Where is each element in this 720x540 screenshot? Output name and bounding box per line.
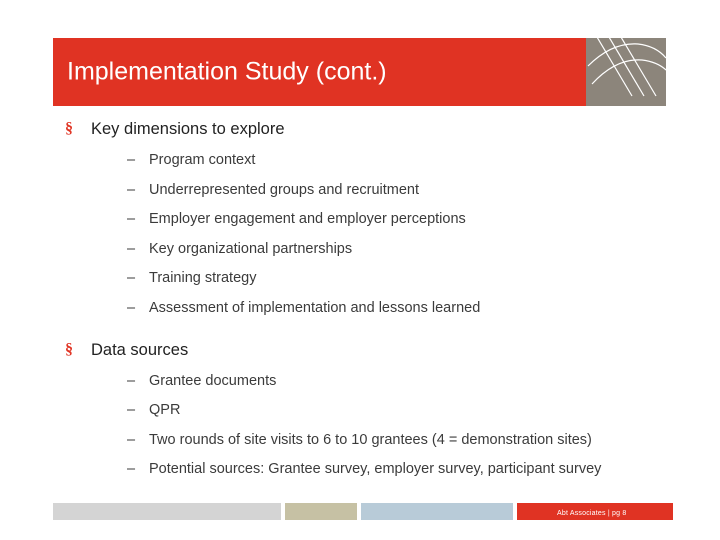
list-item: – Key organizational partnerships — [53, 240, 673, 259]
title-decoration — [586, 38, 666, 106]
list-item-label: QPR — [149, 402, 181, 419]
list-item-label: Employer engagement and employer percept… — [149, 211, 466, 228]
list-item-label: Assessment of implementation and lessons… — [149, 300, 481, 316]
dash-marker-icon: – — [127, 461, 136, 478]
list-item-label: Two rounds of site visits to 6 to 10 gra… — [149, 431, 592, 448]
dash-marker-icon: – — [127, 181, 136, 198]
dash-marker-icon: – — [127, 402, 136, 419]
list-item: – Two rounds of site visits to 6 to 10 g… — [53, 431, 673, 450]
list-item-label: Potential sources: Grantee survey, emplo… — [149, 461, 602, 478]
slide: Implementation Study (cont.) § Key dimen… — [0, 0, 720, 540]
list-item-label: Training strategy — [149, 270, 257, 287]
dash-marker-icon: – — [127, 372, 136, 389]
list-item-label: Underrepresented groups and recruitment — [149, 181, 420, 198]
list-item: – Training strategy — [53, 269, 673, 288]
list-item: – Assessment of implementation and lesso… — [53, 299, 673, 318]
list-item: – Employer engagement and employer perce… — [53, 210, 673, 229]
section-heading-1: § Key dimensions to explore — [53, 118, 673, 140]
list-item: – Grantee documents — [53, 372, 673, 391]
list-item-label: Key organizational partnerships — [149, 240, 353, 257]
section-heading-1-label: Key dimensions to explore — [91, 120, 285, 138]
dash-marker-icon: – — [127, 211, 136, 228]
dash-marker-icon: – — [127, 270, 136, 287]
page-title: Implementation Study (cont.) — [67, 57, 387, 86]
decorative-lines-icon — [587, 38, 666, 97]
list-item-label: Program context — [149, 152, 256, 169]
list-item-label: Grantee documents — [149, 372, 277, 389]
list-item: – Program context — [53, 151, 673, 170]
footer-strip-tan — [285, 503, 357, 520]
footer-strip-blue — [361, 503, 513, 520]
dash-marker-icon: – — [127, 431, 136, 448]
list-item: – Potential sources: Grantee survey, emp… — [53, 460, 673, 479]
section-heading-2: § Data sources — [53, 339, 673, 361]
dash-marker-icon: – — [127, 240, 136, 257]
bullet-marker-icon: § — [65, 120, 73, 137]
footer-label: Abt Associates | pg 8 — [557, 510, 627, 517]
slide-footer: Abt Associates | pg 8 — [0, 494, 720, 540]
list-item: – Underrepresented groups and recruitmen… — [53, 181, 673, 200]
title-bar: Implementation Study (cont.) — [53, 38, 586, 106]
footer-strip-gray — [53, 503, 281, 520]
bullet-marker-icon: § — [65, 340, 73, 358]
dash-marker-icon: – — [127, 300, 136, 316]
dash-marker-icon: – — [127, 152, 136, 169]
list-item: – QPR — [53, 401, 673, 420]
slide-body: § Key dimensions to explore – Program co… — [53, 118, 673, 479]
section-heading-2-label: Data sources — [91, 340, 189, 359]
